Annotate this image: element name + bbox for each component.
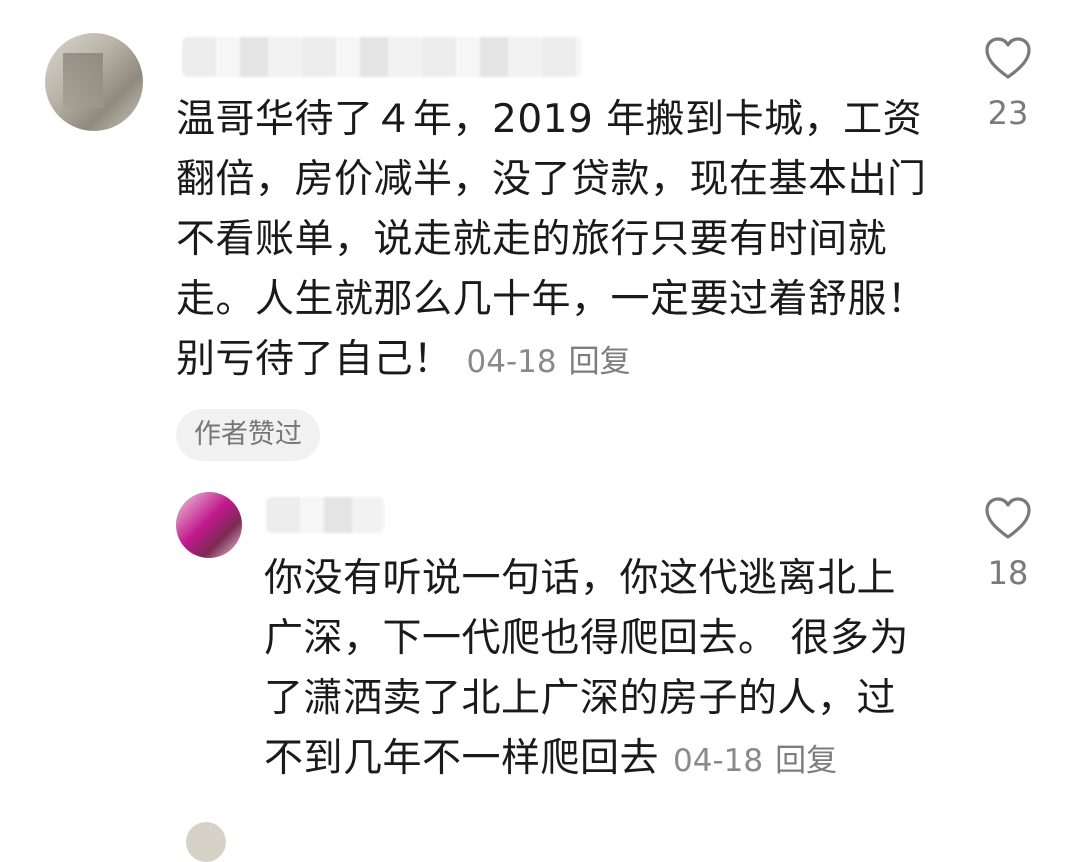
comment-text: 温哥华待了４年，2019 年搬到卡城，工资 翻倍，房价减半，没了贷款，现在基本出… bbox=[176, 90, 946, 392]
comment-text: 你没有听说一句话，你这代逃离北上 广深，下一代爬也得爬回去。 很多为 了潇洒卖了… bbox=[264, 549, 924, 791]
like-button[interactable]: 23 bbox=[968, 36, 1048, 132]
avatar[interactable] bbox=[176, 492, 242, 558]
reply-button[interactable]: 回复 bbox=[569, 344, 631, 380]
username-redacted[interactable] bbox=[182, 37, 582, 77]
username-redacted[interactable] bbox=[266, 497, 384, 533]
avatar[interactable] bbox=[186, 822, 226, 862]
comment-date: 04-18 bbox=[673, 743, 764, 779]
avatar[interactable] bbox=[45, 33, 143, 131]
comment-date: 04-18 bbox=[466, 344, 557, 380]
heart-outline-icon[interactable] bbox=[984, 36, 1032, 80]
like-button[interactable]: 18 bbox=[968, 496, 1048, 592]
reply-button[interactable]: 回复 bbox=[775, 743, 837, 779]
like-count: 23 bbox=[987, 94, 1029, 132]
like-count: 18 bbox=[987, 554, 1029, 592]
author-liked-badge: 作者赞过 bbox=[176, 409, 320, 461]
comment-meta: 04-18 回复 bbox=[467, 344, 631, 380]
heart-outline-icon[interactable] bbox=[984, 496, 1032, 540]
comment-body: 温哥华待了４年，2019 年搬到卡城，工资 翻倍，房价减半，没了贷款，现在基本出… bbox=[176, 97, 927, 382]
comment-meta: 04-18 回复 bbox=[673, 743, 837, 779]
